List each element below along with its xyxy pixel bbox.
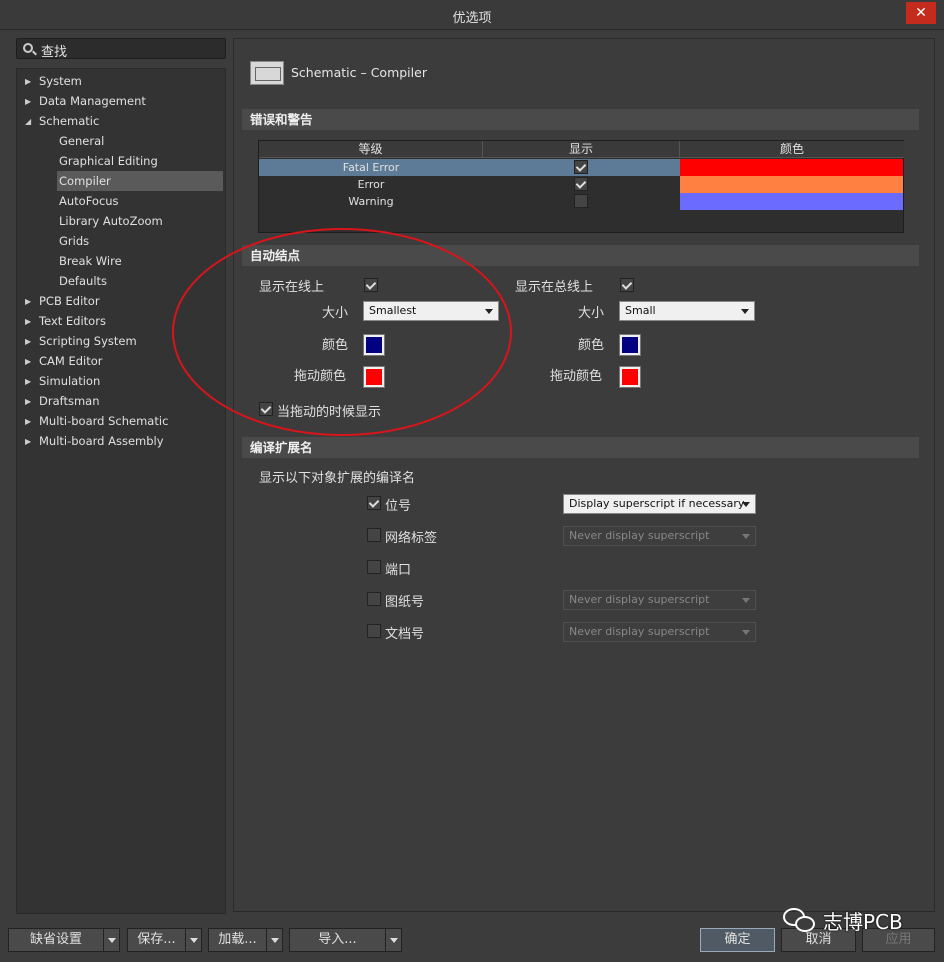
chevron-right-icon[interactable]: ▶	[25, 377, 31, 386]
settings-panel: Schematic – Compiler 错误和警告 等级 显示 颜色 Fata…	[233, 38, 935, 912]
wechat-icon	[783, 907, 817, 934]
save-label: 保存...	[137, 932, 176, 947]
bus-color-label: 颜色	[578, 338, 605, 353]
grid-header-color[interactable]: 颜色	[680, 141, 904, 158]
compiled-item-checkbox[interactable]	[367, 592, 381, 606]
grid-header-show[interactable]: 显示	[483, 141, 680, 158]
tree-item[interactable]: Compiler	[57, 171, 223, 191]
superscript-select[interactable]: Never display superscript	[563, 526, 756, 546]
save-button[interactable]: 保存...	[127, 928, 202, 952]
show-on-bus-checkbox[interactable]	[620, 278, 634, 292]
chevron-right-icon[interactable]: ▶	[25, 317, 31, 326]
show-on-bus-label: 显示在总线上	[515, 280, 594, 295]
tree-item[interactable]: Draftsman	[39, 391, 223, 411]
tree-item[interactable]: Multi-board Assembly	[39, 431, 223, 451]
color-cell[interactable]	[680, 193, 903, 210]
highlight-ellipse	[172, 228, 512, 436]
search-label: 查找	[41, 45, 68, 60]
bus-color-swatch[interactable]	[619, 334, 641, 356]
tree-item[interactable]: System	[39, 71, 223, 91]
category-tree: ▶ System ▶ Data Management ◢ Schematic General…	[16, 68, 226, 914]
section-compiled-names: 编译扩展名	[242, 437, 919, 458]
load-label: 加载...	[218, 932, 257, 947]
tree-item[interactable]: Break Wire	[57, 251, 223, 271]
search-icon	[23, 43, 33, 53]
superscript-select[interactable]: Never display superscript	[563, 590, 756, 610]
table-row[interactable]: Error	[259, 176, 904, 193]
chevron-down-icon[interactable]	[385, 929, 401, 951]
table-row[interactable]: Fatal Error	[259, 159, 904, 176]
watermark: 志博PCB	[783, 906, 903, 935]
level-cell[interactable]: Fatal Error	[259, 159, 483, 176]
tree-item[interactable]: Multi-board Schematic	[39, 411, 223, 431]
superscript-select[interactable]: Display superscript if necessary	[563, 494, 756, 514]
compiled-item-checkbox[interactable]	[367, 528, 381, 542]
chevron-right-icon[interactable]: ▶	[25, 417, 31, 426]
chevron-right-icon[interactable]: ▶	[25, 397, 31, 406]
chevron-right-icon[interactable]: ▶	[25, 297, 31, 306]
color-cell[interactable]	[680, 159, 903, 176]
chevron-right-icon[interactable]: ▶	[25, 437, 31, 446]
compiled-subtitle: 显示以下对象扩展的编译名	[259, 471, 416, 486]
left-panel: 查找 ▶ System ▶ Data Management ◢ Schematic Gene…	[8, 38, 226, 914]
import-button[interactable]: 导入...	[289, 928, 402, 952]
show-cell	[483, 159, 680, 176]
bus-drag-color-swatch[interactable]	[619, 366, 641, 388]
title-bar: 优选项 ✕	[0, 0, 944, 30]
search-input[interactable]: 查找	[16, 38, 226, 60]
bus-color-fill	[622, 337, 638, 353]
tree-item[interactable]: General	[57, 131, 223, 151]
level-cell[interactable]: Error	[259, 176, 483, 193]
superscript-select[interactable]: Never display superscript	[563, 622, 756, 642]
close-icon: ✕	[915, 5, 927, 21]
compiled-item-checkbox[interactable]	[367, 624, 381, 638]
tree-item[interactable]: Grids	[57, 231, 223, 251]
compiled-item-label: 网络标签	[385, 531, 438, 546]
chevron-right-icon[interactable]: ▶	[25, 97, 31, 106]
page-title: Schematic – Compiler	[291, 65, 427, 80]
show-cell	[483, 193, 680, 210]
chevron-down-icon[interactable]	[103, 929, 119, 951]
defaults-button[interactable]: 缺省设置	[8, 928, 120, 952]
grid-header-level[interactable]: 等级	[259, 141, 483, 158]
defaults-label: 缺省设置	[29, 932, 82, 947]
close-button[interactable]: ✕	[906, 2, 936, 24]
chevron-down-icon[interactable]: ◢	[25, 117, 31, 126]
tree-item[interactable]: Data Management	[39, 91, 223, 111]
bus-drag-color-fill	[622, 369, 638, 385]
show-checkbox[interactable]	[574, 177, 588, 191]
window-title: 优选项	[452, 11, 492, 26]
compiled-item-label: 图纸号	[385, 595, 425, 610]
errors-grid: 等级 显示 颜色 Fatal Error Error Warning	[258, 140, 904, 233]
show-checkbox[interactable]	[574, 194, 588, 208]
ok-button[interactable]: 确定	[700, 928, 775, 952]
import-label: 导入...	[318, 932, 357, 947]
load-button[interactable]: 加载...	[208, 928, 283, 952]
show-cell	[483, 176, 680, 193]
tree-item[interactable]: AutoFocus	[57, 191, 223, 211]
bus-size-select[interactable]: Small	[619, 301, 755, 321]
compiled-item-label: 文档号	[385, 627, 425, 642]
compiled-item-checkbox[interactable]	[367, 496, 381, 510]
compiled-item-label: 端口	[385, 563, 412, 578]
compiled-item-label: 位号	[385, 499, 412, 514]
compiled-item-checkbox[interactable]	[367, 560, 381, 574]
color-cell[interactable]	[680, 176, 903, 193]
tree-item[interactable]: Schematic	[39, 111, 223, 131]
watermark-text: 志博PCB	[823, 910, 903, 934]
chevron-right-icon[interactable]: ▶	[25, 357, 31, 366]
bus-drag-color-label: 拖动颜色	[550, 369, 603, 384]
tree-item[interactable]: Library AutoZoom	[57, 211, 223, 231]
show-checkbox[interactable]	[574, 160, 588, 174]
schematic-page-icon	[250, 61, 284, 85]
section-errors: 错误和警告	[242, 109, 919, 130]
chevron-right-icon[interactable]: ▶	[25, 337, 31, 346]
chevron-down-icon[interactable]	[266, 929, 282, 951]
table-row[interactable]: Warning	[259, 193, 904, 210]
level-cell[interactable]: Warning	[259, 193, 483, 210]
bus-size-label: 大小	[578, 306, 605, 321]
tree-item[interactable]: Graphical Editing	[57, 151, 223, 171]
chevron-right-icon[interactable]: ▶	[25, 77, 31, 86]
chevron-down-icon[interactable]	[185, 929, 201, 951]
